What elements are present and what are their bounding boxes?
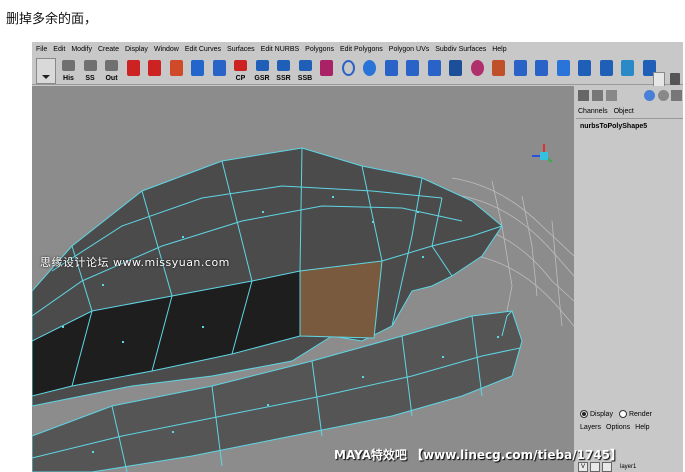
menu-polygons[interactable]: Polygons: [305, 46, 334, 53]
history-icon[interactable]: His: [58, 58, 79, 82]
layer-mode-radios: Display Render: [580, 410, 652, 418]
watermark-top: 思缘设计论坛 www.missyuan.com: [40, 256, 230, 269]
ssb-icon[interactable]: SSB: [295, 58, 316, 82]
render-radio[interactable]: Render: [618, 410, 652, 418]
layer-menu-help[interactable]: Help: [635, 424, 649, 431]
target-icon[interactable]: [658, 90, 669, 101]
selected-face[interactable]: [299, 260, 383, 339]
mesh-canvas: [32, 144, 574, 472]
channel-box-tabs: Channels Object: [578, 108, 634, 115]
split-icon[interactable]: [596, 58, 617, 82]
layer-color-swatch[interactable]: [602, 462, 612, 472]
menu-icon[interactable]: [671, 90, 682, 101]
layer-name: layer1: [620, 464, 637, 470]
ss-icon[interactable]: SS: [80, 58, 101, 82]
outliner-icon[interactable]: Out: [101, 58, 122, 82]
layer-type-toggle[interactable]: [590, 462, 600, 472]
grid-icon[interactable]: [488, 58, 509, 82]
surface-icon[interactable]: [531, 58, 552, 82]
selected-node-name[interactable]: nurbsToPolyShape5: [580, 123, 647, 130]
menu-help[interactable]: Help: [492, 46, 506, 53]
tab-channels[interactable]: Channels: [578, 108, 608, 115]
cube-icon[interactable]: [381, 58, 402, 82]
watermark-bottom: MAYA特效吧 【www.linecg.com/tieba/1745】: [334, 448, 623, 462]
cylinder-icon[interactable]: [402, 58, 423, 82]
cp-label: CP: [235, 75, 246, 82]
rotate-icon[interactable]: [209, 58, 230, 82]
cp-icon[interactable]: CP: [230, 58, 251, 82]
menu-display[interactable]: Display: [125, 46, 148, 53]
tab-object[interactable]: Object: [614, 108, 634, 115]
circle-icon[interactable]: [338, 58, 359, 82]
sphere-icon[interactable]: [359, 58, 380, 82]
ssr-icon[interactable]: SSR: [273, 58, 294, 82]
cone-icon[interactable]: [424, 58, 445, 82]
torus-icon[interactable]: [467, 58, 488, 82]
snap-icon[interactable]: [316, 58, 337, 82]
channel-box-icon[interactable]: [578, 90, 589, 101]
ssb-label: SSB: [297, 75, 313, 82]
view-axis-gizmo[interactable]: [532, 144, 553, 163]
ssr-label: SSR: [276, 75, 291, 82]
page-caption: 删掉多余的面，: [6, 12, 98, 27]
merge-icon[interactable]: [574, 58, 595, 82]
menu-bar: File Edit Modify Create Display Window Edit Cu…: [32, 42, 683, 56]
plane-icon[interactable]: [445, 58, 466, 82]
layer-row-layer1[interactable]: Vlayer1: [578, 462, 671, 472]
menu-edit-nurbs[interactable]: Edit NURBS: [261, 46, 300, 53]
layer-editor-icon[interactable]: [592, 90, 603, 101]
right-panel: Channels Object nurbsToPolyShape5 Displa…: [576, 86, 683, 472]
outliner-label: Out: [105, 75, 118, 82]
shelf-toolbar: His SS Out CP GSR SSR SSB: [32, 56, 683, 98]
menu-edit-curves[interactable]: Edit Curves: [185, 46, 221, 53]
trash-icon[interactable]: [670, 73, 680, 85]
lasso-icon[interactable]: [144, 58, 165, 82]
menu-modify[interactable]: Modify: [71, 46, 92, 53]
menu-surfaces[interactable]: Surfaces: [227, 46, 255, 53]
polygon-icon[interactable]: [510, 58, 531, 82]
extrude-icon[interactable]: [553, 58, 574, 82]
display-radio[interactable]: Display: [580, 410, 613, 418]
ss-label: SS: [85, 75, 95, 82]
layer-visibility-toggle[interactable]: V: [578, 462, 588, 472]
menu-edit-polygons[interactable]: Edit Polygons: [340, 46, 383, 53]
menu-file[interactable]: File: [36, 46, 47, 53]
scale-icon[interactable]: [187, 58, 208, 82]
gsr-icon[interactable]: GSR: [252, 58, 273, 82]
panel-icon-row: [576, 88, 683, 104]
menu-subdiv-surfaces[interactable]: Subdiv Surfaces: [435, 46, 486, 53]
menu-edit[interactable]: Edit: [53, 46, 65, 53]
layer-menu-options[interactable]: Options: [606, 424, 630, 431]
attribute-editor-icon[interactable]: [606, 90, 617, 101]
smooth-icon[interactable]: [617, 58, 638, 82]
menu-window[interactable]: Window: [154, 46, 179, 53]
perspective-viewport[interactable]: [32, 86, 574, 472]
menu-create[interactable]: Create: [98, 46, 119, 53]
history-label: His: [63, 75, 74, 82]
layer-menu: Layers Options Help: [580, 424, 650, 431]
gsr-label: GSR: [254, 75, 270, 82]
menu-polygon-uvs[interactable]: Polygon UVs: [389, 46, 429, 53]
channel-box: nurbsToPolyShape5: [576, 118, 683, 403]
move-icon[interactable]: [166, 58, 187, 82]
select-arrow-icon[interactable]: [123, 58, 144, 82]
layer-menu-layers[interactable]: Layers: [580, 424, 601, 431]
shelf-options-button[interactable]: [36, 58, 56, 84]
render-icon[interactable]: [644, 90, 655, 101]
